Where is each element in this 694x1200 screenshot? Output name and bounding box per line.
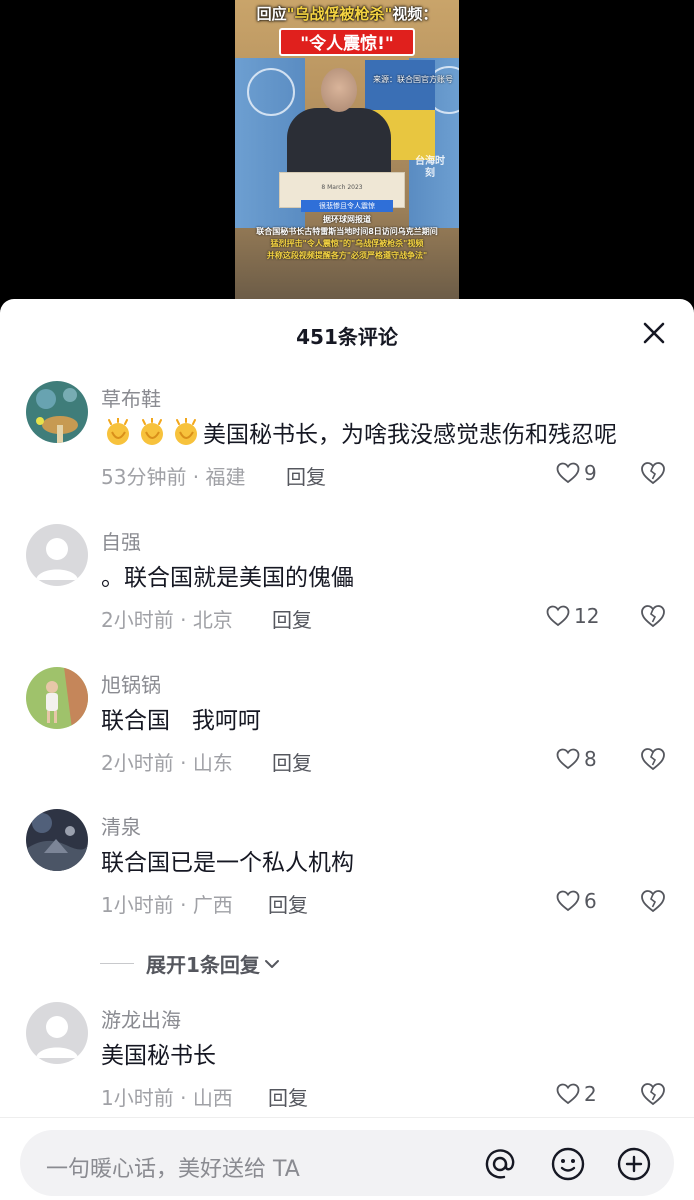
- like-button[interactable]: 2: [556, 1082, 597, 1106]
- broken-heart-icon: [641, 605, 665, 628]
- heart-icon: [556, 1083, 580, 1105]
- broken-heart-icon: [641, 462, 665, 485]
- avatar[interactable]: [26, 381, 88, 443]
- avatar[interactable]: [26, 809, 88, 871]
- comment-time: 2小时前: [101, 751, 174, 775]
- caption-badge: 很悲惨且令人震惊: [301, 200, 393, 212]
- like-count: 8: [584, 747, 597, 771]
- comment-text-body: 美国秘书长，为啥我没感觉悲伤和残忍呢: [203, 422, 617, 448]
- reply-button[interactable]: 回复: [272, 604, 312, 633]
- video-thumbnail[interactable]: 8 March 2023 回应"乌战俘被枪杀"视频： "令人震惊!" 来源：联合…: [235, 0, 459, 300]
- comment-time: 1小时前: [101, 893, 174, 917]
- comment-input[interactable]: 一句暖心话，美好送给 TA: [20, 1130, 674, 1196]
- reply-button[interactable]: 回复: [272, 747, 312, 776]
- reply-button[interactable]: 回复: [268, 889, 308, 918]
- video-title-suffix: 视频：: [392, 5, 438, 23]
- dislike-button[interactable]: [640, 1082, 666, 1108]
- comment-sheet: 451条评论 草布鞋 美国秘书长，为啥我没感觉悲伤和残忍呢 53分钟前 · 福建…: [0, 299, 694, 1200]
- comment-time: 1小时前: [101, 1086, 174, 1110]
- broken-heart-icon: [641, 748, 665, 771]
- comment-meta: 1小时前 · 广西: [101, 893, 233, 917]
- comment-text: 联合国已是一个私人机构: [101, 850, 354, 876]
- podium-text: 8 March 2023: [321, 184, 363, 191]
- dislike-button[interactable]: [640, 747, 666, 773]
- clapping-hands-icon: [175, 418, 197, 445]
- comment-meta: 53分钟前 · 福建: [101, 465, 246, 489]
- like-count: 2: [584, 1082, 597, 1106]
- like-button[interactable]: 9: [556, 461, 597, 485]
- comment-count-title: 451条评论: [296, 325, 398, 349]
- comment-input-bar: 一句暖心话，美好送给 TA: [0, 1117, 694, 1200]
- chevron-down-icon: [264, 959, 279, 968]
- comment-location: 北京: [192, 608, 233, 632]
- comment-text: 美国秘书长，为啥我没感觉悲伤和残忍呢: [101, 415, 617, 449]
- clapping-hands-icon: [141, 418, 163, 445]
- like-count: 6: [584, 889, 597, 913]
- mention-button[interactable]: [482, 1146, 518, 1182]
- comment-location: 山西: [192, 1086, 233, 1110]
- username[interactable]: 草布鞋: [101, 383, 161, 412]
- heart-icon: [556, 748, 580, 770]
- speaker-head: [321, 68, 357, 112]
- like-button[interactable]: 12: [546, 604, 599, 628]
- close-icon: [643, 322, 665, 344]
- comment-location: 山东: [192, 751, 233, 775]
- add-button[interactable]: [616, 1146, 652, 1182]
- video-watermark: 台海时刻: [415, 156, 445, 179]
- like-button[interactable]: 6: [556, 889, 597, 913]
- comment-location: 广西: [192, 893, 233, 917]
- like-button[interactable]: 8: [556, 747, 597, 771]
- heart-icon: [556, 462, 580, 484]
- dislike-button[interactable]: [640, 604, 666, 630]
- video-title: 回应"乌战俘被枪杀"视频：: [235, 4, 459, 24]
- comment-input-placeholder: 一句暖心话，美好送给 TA: [46, 1157, 300, 1182]
- comment-text: 。联合国就是美国的傀儡: [101, 565, 354, 591]
- video-big-label: "令人震惊!": [279, 28, 415, 56]
- like-count: 9: [584, 461, 597, 485]
- like-count: 12: [574, 604, 600, 628]
- username[interactable]: 清泉: [101, 811, 141, 840]
- broken-heart-icon: [641, 1083, 665, 1106]
- speaker-body: [287, 108, 391, 178]
- comment-meta: 2小时前 · 北京: [101, 608, 233, 632]
- expand-replies-button[interactable]: 展开1条回复: [100, 949, 280, 978]
- expand-divider: [100, 963, 134, 964]
- comment-text: 联合国 我呵呵: [101, 708, 261, 734]
- avatar[interactable]: [26, 524, 88, 586]
- avatar[interactable]: [26, 667, 88, 729]
- reply-button[interactable]: 回复: [286, 461, 326, 490]
- smiley-icon: [551, 1147, 585, 1181]
- video-source: 来源：联合国官方账号: [373, 75, 453, 84]
- video-title-highlight: "乌战俘被枪杀": [286, 5, 393, 23]
- heart-icon: [556, 890, 580, 912]
- caption-line-3: 猛烈抨击"令人震惊"的"乌战俘被枪杀"视频: [270, 239, 424, 248]
- clapping-hands-icon: [107, 418, 129, 445]
- video-player[interactable]: 8 March 2023 回应"乌战俘被枪杀"视频： "令人震惊!" 来源：联合…: [0, 0, 694, 300]
- comment-text: 美国秘书长: [101, 1043, 216, 1069]
- dislike-button[interactable]: [640, 889, 666, 915]
- video-title-prefix: 回应: [256, 5, 287, 23]
- username[interactable]: 游龙出海: [101, 1004, 181, 1033]
- close-button[interactable]: [640, 319, 668, 347]
- comment-meta: 2小时前 · 山东: [101, 751, 233, 775]
- caption-line-1: 据环球网报道: [323, 215, 371, 224]
- username[interactable]: 旭锅锅: [101, 669, 161, 698]
- dislike-button[interactable]: [640, 461, 666, 487]
- emoji-button[interactable]: [550, 1146, 586, 1182]
- caption-line-2: 联合国秘书长古特雷斯当地时间8日访问乌克兰期间: [256, 227, 438, 236]
- reply-button[interactable]: 回复: [268, 1082, 308, 1111]
- comment-location: 福建: [205, 465, 246, 489]
- avatar[interactable]: [26, 1002, 88, 1064]
- broken-heart-icon: [641, 890, 665, 913]
- at-icon: [485, 1149, 515, 1179]
- un-emblem-left: [247, 68, 295, 116]
- comment-meta: 1小时前 · 山西: [101, 1086, 233, 1110]
- heart-icon: [546, 605, 570, 627]
- comment-time: 53分钟前: [101, 465, 187, 489]
- plus-circle-icon: [617, 1147, 651, 1181]
- comment-time: 2小时前: [101, 608, 174, 632]
- caption-line-4: 并称这段视频提醒各方"必须严格遵守战争法": [266, 251, 428, 260]
- username[interactable]: 自强: [101, 526, 141, 555]
- expand-replies-label: 展开1条回复: [146, 953, 260, 977]
